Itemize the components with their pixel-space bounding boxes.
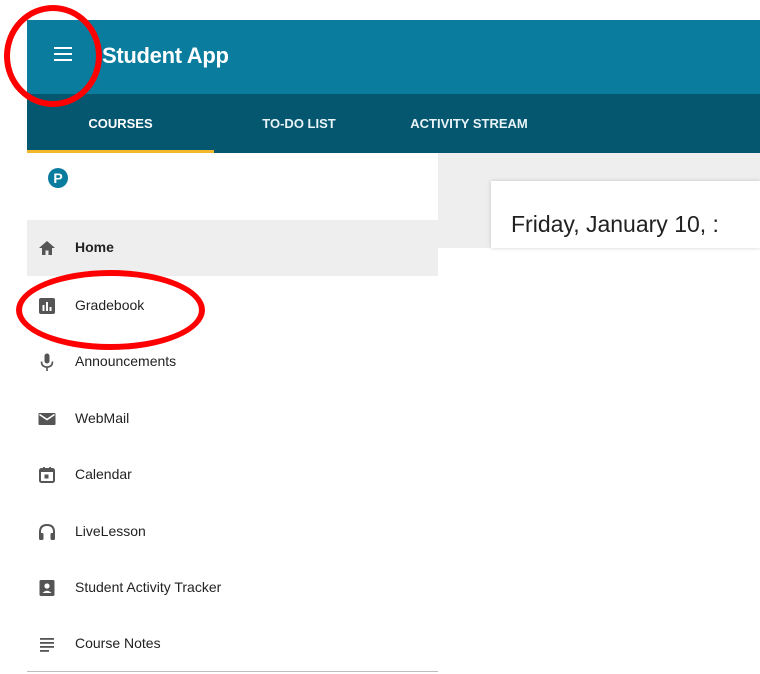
date-heading: Friday, January 10, : [511, 211, 719, 237]
date-card: Friday, January 10, : [491, 181, 760, 248]
hamburger-menu-icon[interactable] [54, 45, 76, 63]
sidebar-nav: P Home Gradebook Announcements WebMail C… [27, 153, 438, 674]
sidebar-item-student-activity-tracker[interactable]: Student Activity Tracker [27, 560, 438, 616]
sidebar-item-course-notes[interactable]: Course Notes [27, 616, 438, 672]
gradebook-chart-icon [39, 298, 55, 314]
sidebar-item-label: Home [75, 239, 114, 255]
contact-card-icon [39, 580, 55, 596]
sidebar-item-gradebook[interactable]: Gradebook [27, 278, 438, 334]
tab-to-do-list[interactable]: TO-DO LIST [214, 94, 384, 153]
sidebar-item-label: Announcements [75, 353, 177, 369]
app-title: Student App [102, 43, 229, 68]
notes-lines-icon [40, 638, 54, 652]
calendar-icon [39, 467, 55, 483]
sidebar-item-label: Calendar [75, 466, 132, 482]
mail-icon [38, 413, 56, 425]
app-bar: Student App [27, 20, 760, 94]
sidebar-item-announcements[interactable]: Announcements [27, 334, 438, 390]
sidebar-item-home[interactable]: Home [27, 220, 438, 276]
microphone-icon [40, 353, 54, 371]
sidebar-item-label: WebMail [75, 410, 130, 426]
sidebar-item-label: Gradebook [75, 297, 145, 313]
sidebar-item-livelesson[interactable]: LiveLesson [27, 504, 438, 560]
tab-courses[interactable]: COURSES [27, 94, 214, 153]
tab-bar: COURSES TO-DO LIST ACTIVITY STREAM [27, 94, 760, 153]
tab-activity-stream[interactable]: ACTIVITY STREAM [384, 94, 554, 153]
headphones-icon [39, 523, 55, 540]
sidebar-item-calendar[interactable]: Calendar [27, 447, 438, 503]
sidebar-item-label: Student Activity Tracker [75, 579, 222, 595]
home-icon [39, 241, 55, 255]
main-content: Friday, January 10, : [438, 153, 760, 248]
pearson-logo-icon: P [48, 168, 68, 188]
sidebar-item-label: LiveLesson [75, 523, 146, 539]
sidebar-item-label: Course Notes [75, 635, 161, 651]
sidebar-item-webmail[interactable]: WebMail [27, 391, 438, 447]
sidebar-divider [27, 671, 438, 672]
